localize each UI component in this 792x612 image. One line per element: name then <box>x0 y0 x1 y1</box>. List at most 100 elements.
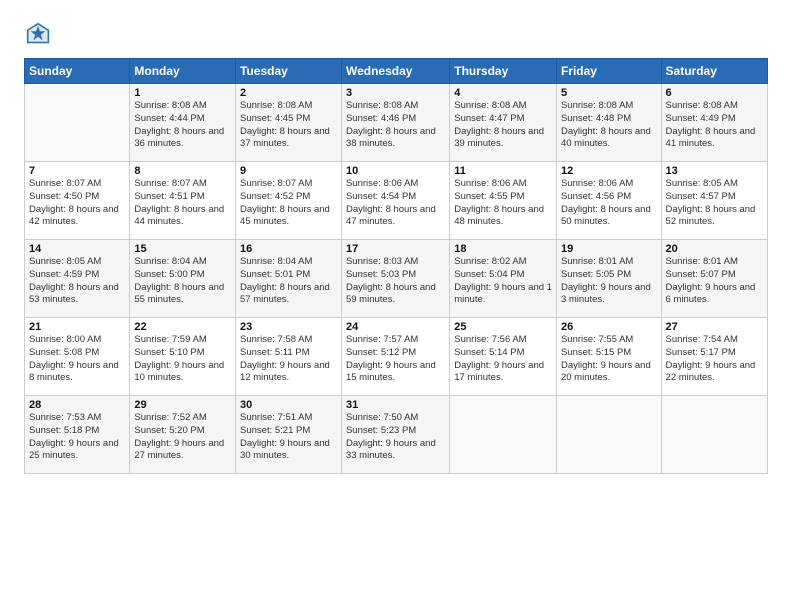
sunset-text: Sunset: 5:10 PM <box>134 347 204 358</box>
day-number: 30 <box>240 399 337 411</box>
calendar-cell: 19 Sunrise: 8:01 AM Sunset: 5:05 PM Dayl… <box>556 240 661 318</box>
sunset-text: Sunset: 4:47 PM <box>454 113 524 124</box>
calendar-cell: 23 Sunrise: 7:58 AM Sunset: 5:11 PM Dayl… <box>236 318 342 396</box>
sunrise-text: Sunrise: 7:58 AM <box>240 334 312 345</box>
sunrise-text: Sunrise: 8:02 AM <box>454 256 526 267</box>
sunset-text: Sunset: 4:44 PM <box>134 113 204 124</box>
day-info: Sunrise: 8:07 AM Sunset: 4:50 PM Dayligh… <box>29 178 125 229</box>
sunset-text: Sunset: 5:20 PM <box>134 425 204 436</box>
day-info: Sunrise: 8:01 AM Sunset: 5:05 PM Dayligh… <box>561 256 657 307</box>
sunset-text: Sunset: 5:21 PM <box>240 425 310 436</box>
calendar-cell: 10 Sunrise: 8:06 AM Sunset: 4:54 PM Dayl… <box>341 162 449 240</box>
sunrise-text: Sunrise: 8:06 AM <box>561 178 633 189</box>
daylight-text: Daylight: 8 hours and 41 minutes. <box>666 126 756 150</box>
sunrise-text: Sunrise: 7:50 AM <box>346 412 418 423</box>
sunrise-text: Sunrise: 8:07 AM <box>240 178 312 189</box>
calendar-week-row: 14 Sunrise: 8:05 AM Sunset: 4:59 PM Dayl… <box>25 240 768 318</box>
sunrise-text: Sunrise: 7:51 AM <box>240 412 312 423</box>
daylight-text: Daylight: 8 hours and 53 minutes. <box>29 282 119 306</box>
sunrise-text: Sunrise: 8:08 AM <box>346 100 418 111</box>
day-info: Sunrise: 8:08 AM Sunset: 4:44 PM Dayligh… <box>134 100 231 151</box>
day-number: 1 <box>134 87 231 99</box>
day-info: Sunrise: 8:07 AM Sunset: 4:52 PM Dayligh… <box>240 178 337 229</box>
sunset-text: Sunset: 4:57 PM <box>666 191 736 202</box>
day-number: 8 <box>134 165 231 177</box>
day-info: Sunrise: 8:08 AM Sunset: 4:49 PM Dayligh… <box>666 100 763 151</box>
daylight-text: Daylight: 8 hours and 40 minutes. <box>561 126 651 150</box>
sunrise-text: Sunrise: 8:08 AM <box>134 100 206 111</box>
calendar-cell: 6 Sunrise: 8:08 AM Sunset: 4:49 PM Dayli… <box>661 84 767 162</box>
calendar-week-row: 7 Sunrise: 8:07 AM Sunset: 4:50 PM Dayli… <box>25 162 768 240</box>
sunrise-text: Sunrise: 7:53 AM <box>29 412 101 423</box>
day-number: 9 <box>240 165 337 177</box>
day-number: 12 <box>561 165 657 177</box>
sunrise-text: Sunrise: 7:52 AM <box>134 412 206 423</box>
day-number: 17 <box>346 243 445 255</box>
calendar-cell: 16 Sunrise: 8:04 AM Sunset: 5:01 PM Dayl… <box>236 240 342 318</box>
daylight-text: Daylight: 8 hours and 50 minutes. <box>561 204 651 228</box>
daylight-text: Daylight: 9 hours and 15 minutes. <box>346 360 436 384</box>
day-number: 15 <box>134 243 231 255</box>
day-info: Sunrise: 8:06 AM Sunset: 4:54 PM Dayligh… <box>346 178 445 229</box>
day-number: 3 <box>346 87 445 99</box>
calendar-cell: 5 Sunrise: 8:08 AM Sunset: 4:48 PM Dayli… <box>556 84 661 162</box>
weekday-header: Saturday <box>661 59 767 84</box>
sunrise-text: Sunrise: 8:05 AM <box>29 256 101 267</box>
daylight-text: Daylight: 9 hours and 1 minute. <box>454 282 552 306</box>
sunrise-text: Sunrise: 8:08 AM <box>561 100 633 111</box>
day-info: Sunrise: 7:50 AM Sunset: 5:23 PM Dayligh… <box>346 412 445 463</box>
daylight-text: Daylight: 8 hours and 52 minutes. <box>666 204 756 228</box>
day-number: 13 <box>666 165 763 177</box>
day-number: 2 <box>240 87 337 99</box>
sunrise-text: Sunrise: 8:08 AM <box>240 100 312 111</box>
sunset-text: Sunset: 5:03 PM <box>346 269 416 280</box>
sunset-text: Sunset: 4:45 PM <box>240 113 310 124</box>
sunrise-text: Sunrise: 8:00 AM <box>29 334 101 345</box>
sunrise-text: Sunrise: 7:54 AM <box>666 334 738 345</box>
sunset-text: Sunset: 4:46 PM <box>346 113 416 124</box>
sunset-text: Sunset: 5:11 PM <box>240 347 310 358</box>
day-info: Sunrise: 8:05 AM Sunset: 4:57 PM Dayligh… <box>666 178 763 229</box>
sunrise-text: Sunrise: 7:56 AM <box>454 334 526 345</box>
day-number: 19 <box>561 243 657 255</box>
calendar-week-row: 21 Sunrise: 8:00 AM Sunset: 5:08 PM Dayl… <box>25 318 768 396</box>
daylight-text: Daylight: 9 hours and 8 minutes. <box>29 360 119 384</box>
calendar-cell: 2 Sunrise: 8:08 AM Sunset: 4:45 PM Dayli… <box>236 84 342 162</box>
day-info: Sunrise: 8:04 AM Sunset: 5:01 PM Dayligh… <box>240 256 337 307</box>
sunset-text: Sunset: 4:55 PM <box>454 191 524 202</box>
sunrise-text: Sunrise: 8:08 AM <box>454 100 526 111</box>
weekday-header: Monday <box>130 59 236 84</box>
calendar-cell: 3 Sunrise: 8:08 AM Sunset: 4:46 PM Dayli… <box>341 84 449 162</box>
daylight-text: Daylight: 8 hours and 39 minutes. <box>454 126 544 150</box>
sunrise-text: Sunrise: 8:06 AM <box>454 178 526 189</box>
daylight-text: Daylight: 9 hours and 17 minutes. <box>454 360 544 384</box>
day-number: 7 <box>29 165 125 177</box>
sunset-text: Sunset: 5:08 PM <box>29 347 99 358</box>
day-info: Sunrise: 7:51 AM Sunset: 5:21 PM Dayligh… <box>240 412 337 463</box>
sunrise-text: Sunrise: 8:05 AM <box>666 178 738 189</box>
calendar-week-row: 28 Sunrise: 7:53 AM Sunset: 5:18 PM Dayl… <box>25 396 768 474</box>
sunset-text: Sunset: 4:54 PM <box>346 191 416 202</box>
calendar-cell <box>661 396 767 474</box>
day-info: Sunrise: 8:05 AM Sunset: 4:59 PM Dayligh… <box>29 256 125 307</box>
sunrise-text: Sunrise: 8:07 AM <box>134 178 206 189</box>
day-number: 11 <box>454 165 552 177</box>
weekday-header: Wednesday <box>341 59 449 84</box>
daylight-text: Daylight: 8 hours and 57 minutes. <box>240 282 330 306</box>
sunrise-text: Sunrise: 8:07 AM <box>29 178 101 189</box>
logo <box>24 20 58 48</box>
calendar-cell: 17 Sunrise: 8:03 AM Sunset: 5:03 PM Dayl… <box>341 240 449 318</box>
day-number: 6 <box>666 87 763 99</box>
calendar-cell: 25 Sunrise: 7:56 AM Sunset: 5:14 PM Dayl… <box>450 318 557 396</box>
sunset-text: Sunset: 4:56 PM <box>561 191 631 202</box>
day-number: 4 <box>454 87 552 99</box>
sunset-text: Sunset: 5:23 PM <box>346 425 416 436</box>
sunset-text: Sunset: 5:15 PM <box>561 347 631 358</box>
day-info: Sunrise: 8:04 AM Sunset: 5:00 PM Dayligh… <box>134 256 231 307</box>
daylight-text: Daylight: 8 hours and 45 minutes. <box>240 204 330 228</box>
day-info: Sunrise: 8:06 AM Sunset: 4:55 PM Dayligh… <box>454 178 552 229</box>
calendar-cell: 20 Sunrise: 8:01 AM Sunset: 5:07 PM Dayl… <box>661 240 767 318</box>
sunrise-text: Sunrise: 8:06 AM <box>346 178 418 189</box>
daylight-text: Daylight: 9 hours and 30 minutes. <box>240 438 330 462</box>
calendar-cell: 26 Sunrise: 7:55 AM Sunset: 5:15 PM Dayl… <box>556 318 661 396</box>
